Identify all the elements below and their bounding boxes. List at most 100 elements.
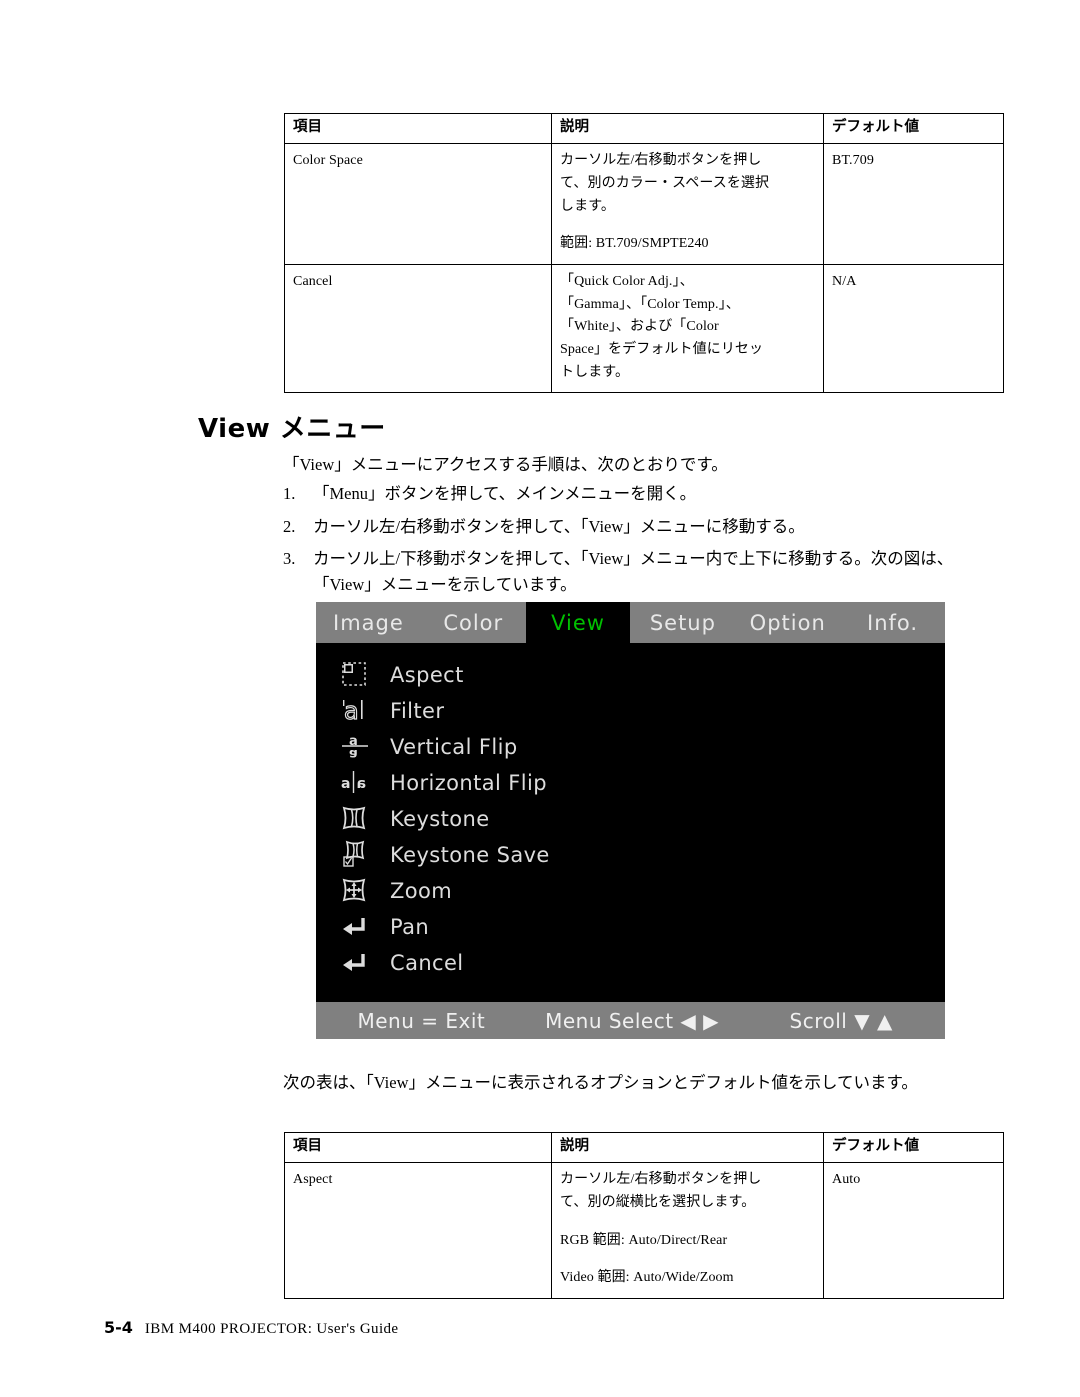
view-options-table: 項目 説明 デフォルト値 Aspect カーソル左/右移動ボタンを押し て、別の…	[284, 1131, 1004, 1300]
svg-text:a: a	[344, 697, 359, 724]
projector-osd-screenshot: Image Color View Setup Option Info. Aspe…	[316, 602, 945, 1039]
page-footer: 5-4 IBM M400 PROJECTOR: User's Guide	[104, 1318, 398, 1338]
cell-default: BT.709	[823, 143, 1004, 266]
list-item-number: 2.	[283, 516, 296, 536]
menu-item-aspect[interactable]: Aspect	[316, 657, 945, 693]
desc-line: て、別のカラー・スペースを選択	[560, 176, 770, 192]
table-header-row: 項目 説明 デフォルト値	[284, 1131, 1004, 1164]
footer-page-number: 5-4	[104, 1318, 133, 1337]
menu-item-pan[interactable]: Pan	[316, 909, 945, 945]
menu-item-label: Keystone Save	[390, 843, 550, 867]
column-header-default: デフォルト値	[823, 112, 1004, 145]
menu-item-vertical-flip[interactable]: a a Vertical Flip	[316, 729, 945, 765]
tab-color[interactable]: Color	[420, 602, 526, 643]
zoom-icon	[340, 876, 380, 906]
desc-line: トします。	[560, 364, 630, 380]
intro-paragraph: 「View」メニューにアクセスする手順は、次のとおりです。	[283, 455, 728, 474]
list-item: 1. 「Menu」ボタンを押して、メインメニューを開く。	[283, 481, 973, 507]
menu-item-label: Keystone	[390, 807, 490, 831]
menu-item-zoom[interactable]: Zoom	[316, 873, 945, 909]
desc-line: 「Quick Color Adj.」、	[560, 274, 694, 290]
keystone-icon	[340, 804, 380, 834]
menu-item-filter[interactable]: a Filter	[316, 693, 945, 729]
page-title: View メニュー	[198, 414, 386, 444]
osd-tab-bar: Image Color View Setup Option Info.	[316, 602, 945, 643]
list-item-text: 「Menu」ボタンを押して、メインメニューを開く。	[313, 484, 697, 503]
cell-description: カーソル左/右移動ボタンを押し て、別の縦横比を選択します。 RGB 範囲: A…	[551, 1162, 824, 1300]
desc-line: カーソル左/右移動ボタンを押し	[560, 153, 762, 169]
table-header-row: 項目 説明 デフォルト値	[284, 112, 1004, 145]
column-header-default: デフォルト値	[823, 1131, 1004, 1164]
column-header-description: 説明	[551, 1131, 824, 1164]
list-item-text: カーソル上/下移動ボタンを押して、「View」メニュー内で上下に移動する。次の図…	[313, 549, 954, 594]
tab-view[interactable]: View	[525, 602, 631, 643]
osd-menu-items: Aspect a Filter a a Vertical Flip a a Ho…	[316, 643, 945, 981]
table-row: Color Space カーソル左/右移動ボタンを押し て、別のカラー・スペース…	[284, 143, 1004, 266]
menu-item-label: Filter	[390, 699, 445, 723]
desc-line: 「Gamma」、「Color Temp.」、	[560, 296, 740, 312]
tab-setup[interactable]: Setup	[630, 602, 736, 643]
svg-text:a: a	[349, 746, 358, 760]
table-body: Aspect カーソル左/右移動ボタンを押し て、別の縦横比を選択します。 RG…	[284, 1162, 1004, 1300]
cell-description: 「Quick Color Adj.」、 「Gamma」、「Color Temp.…	[551, 264, 824, 394]
horizontal-flip-icon: a a	[340, 768, 380, 798]
enter-arrow-icon	[340, 912, 380, 942]
keystone-save-icon	[340, 840, 380, 870]
desc-line: 「White」、および「Color	[560, 319, 719, 335]
table-header: 項目 説明 デフォルト値	[284, 112, 1004, 145]
cell-default: Auto	[823, 1162, 1004, 1300]
color-options-table: 項目 説明 デフォルト値 Color Space カーソル左/右移動ボタンを押し…	[284, 112, 1004, 394]
tab-info[interactable]: Info.	[840, 602, 945, 643]
table-body: Color Space カーソル左/右移動ボタンを押し て、別のカラー・スペース…	[284, 143, 1004, 394]
menu-item-keystone[interactable]: Keystone	[316, 801, 945, 837]
desc-line: カーソル左/右移動ボタンを押し	[560, 1172, 762, 1188]
vertical-flip-icon: a a	[340, 732, 380, 762]
column-header-description: 説明	[551, 112, 824, 145]
table-header: 項目 説明 デフォルト値	[284, 1131, 1004, 1164]
list-item: 2. カーソル左/右移動ボタンを押して、「View」メニューに移動する。	[283, 514, 973, 540]
menu-item-cancel[interactable]: Cancel	[316, 945, 945, 981]
svg-text:a: a	[341, 776, 350, 792]
table-row: Aspect カーソル左/右移動ボタンを押し て、別の縦横比を選択します。 RG…	[284, 1162, 1004, 1300]
svg-text:a: a	[357, 776, 366, 792]
enter-arrow-icon	[340, 948, 380, 978]
column-header-item: 項目	[284, 112, 552, 145]
osd-status-bar: Menu = Exit Menu Select ◀ ▶ Scroll ▼ ▲	[316, 1002, 945, 1039]
status-menu-select: Menu Select ◀ ▶	[545, 1008, 720, 1033]
table-row: Cancel 「Quick Color Adj.」、 「Gamma」、「Colo…	[284, 264, 1004, 394]
menu-item-label: Horizontal Flip	[390, 771, 547, 795]
desc-line: します。	[560, 198, 615, 214]
menu-item-keystone-save[interactable]: Keystone Save	[316, 837, 945, 873]
desc-range-video: Video 範囲: Auto/Wide/Zoom	[560, 1270, 734, 1286]
cell-default: N/A	[823, 264, 1004, 394]
list-item-number: 1.	[283, 484, 296, 503]
filter-icon: a	[340, 696, 380, 726]
column-header-item: 項目	[284, 1131, 552, 1164]
menu-item-horizontal-flip[interactable]: a a Horizontal Flip	[316, 765, 945, 801]
steps-list: 1. 「Menu」ボタンを押して、メインメニューを開く。 2. カーソル左/右移…	[283, 481, 973, 604]
desc-line: て、別の縦横比を選択します。	[560, 1195, 756, 1211]
desc-range: 範囲: BT.709/SMPTE240	[560, 236, 709, 252]
menu-item-label: Cancel	[390, 951, 464, 975]
aspect-icon	[340, 660, 380, 690]
table-caption: 次の表は、「View」メニューに表示されるオプションとデフォルト値を示しています…	[283, 1073, 918, 1092]
cell-item: Cancel	[284, 264, 552, 394]
tab-image[interactable]: Image	[316, 602, 421, 643]
tab-option[interactable]: Option	[735, 602, 841, 643]
status-menu-exit: Menu = Exit	[357, 1008, 486, 1033]
desc-range-rgb: RGB 範囲: Auto/Direct/Rear	[560, 1232, 728, 1248]
cell-description: カーソル左/右移動ボタンを押し て、別のカラー・スペースを選択 します。 範囲:…	[551, 143, 824, 266]
menu-item-label: Vertical Flip	[390, 735, 518, 759]
list-item-number: 3.	[283, 549, 296, 569]
footer-book-title: IBM M400 PROJECTOR: User's Guide	[144, 1321, 399, 1337]
menu-item-label: Pan	[390, 915, 430, 939]
cell-item: Aspect	[284, 1162, 552, 1300]
desc-line: Space」をデフォルト値にリセッ	[560, 342, 764, 358]
list-item: 3. カーソル上/下移動ボタンを押して、「View」メニュー内で上下に移動する。…	[283, 546, 973, 597]
list-item-text: カーソル左/右移動ボタンを押して、「View」メニューに移動する。	[313, 516, 805, 536]
menu-item-label: Aspect	[390, 663, 464, 687]
cell-item: Color Space	[284, 143, 552, 266]
